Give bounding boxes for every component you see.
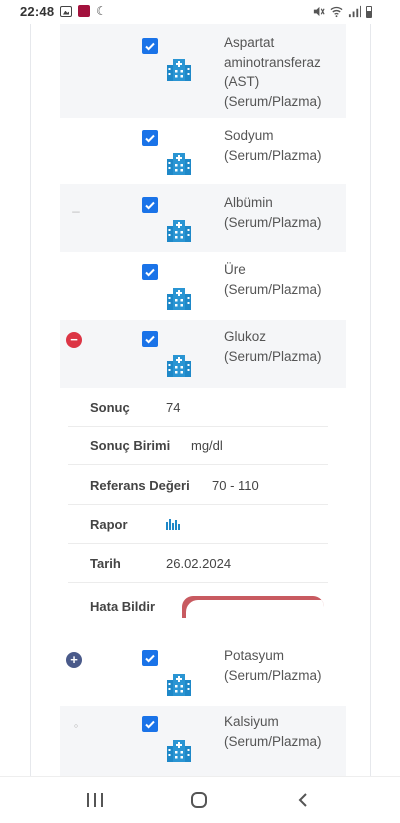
hospital-icon	[167, 288, 191, 310]
test-row-albumin[interactable]: _ Albümin (Serum/Plazma)	[60, 184, 346, 252]
test-row-sodyum[interactable]: Sodyum (Serum/Plazma)	[60, 118, 346, 184]
test-name-glukoz: Glukoz (Serum/Plazma)	[224, 329, 322, 364]
checkbox-glukoz[interactable]	[142, 331, 158, 347]
mute-icon	[313, 6, 325, 17]
expand-toggle-potasyum[interactable]: +	[66, 652, 82, 668]
checkbox-potasyum[interactable]	[142, 650, 158, 666]
detail-row-sonuc: Sonuç 74	[68, 388, 328, 427]
report-error-button[interactable]	[182, 596, 324, 618]
test-name-potasyum: Potasyum (Serum/Plazma)	[224, 648, 322, 683]
page-frame-left	[30, 24, 31, 776]
test-row-glukoz[interactable]: − Glukoz (Serum/Plazma)	[60, 320, 346, 388]
hospital-icon	[167, 59, 191, 81]
referans-value: 70 - 110	[212, 478, 259, 493]
hospital-icon	[167, 740, 191, 762]
test-name-ure: Üre (Serum/Plazma)	[224, 262, 322, 297]
signal-icon	[348, 5, 361, 18]
detail-row-rapor: Rapor	[68, 505, 328, 544]
tarih-value: 26.02.2024	[166, 556, 232, 571]
checkbox-kalsiyum[interactable]	[142, 716, 158, 732]
detail-row-birim: Sonuç Birimi mg/dl	[68, 426, 328, 465]
status-time: 22:48	[20, 4, 55, 19]
hospital-icon	[167, 153, 191, 175]
test-name-ast: Aspartat aminotransferaz (AST) (Serum/Pl…	[224, 35, 322, 109]
recent-apps-icon[interactable]	[87, 793, 103, 807]
test-row-kalsiyum[interactable]: ◦ Kalsiyum (Serum/Plazma)	[60, 706, 346, 776]
birim-label: Sonuç Birimi	[90, 438, 171, 453]
battery-icon	[366, 5, 372, 18]
detail-row-referans: Referans Değeri 70 - 110	[68, 466, 328, 505]
hospital-icon	[167, 220, 191, 242]
checkbox-ure[interactable]	[142, 264, 158, 280]
sonuc-value: 74	[166, 400, 181, 415]
gallery-notification-icon	[60, 5, 72, 17]
test-row-ast[interactable]: Aspartat aminotransferaz (AST) (Serum/Pl…	[60, 24, 346, 118]
wifi-icon	[330, 6, 343, 18]
expand-toggle-kalsiyum[interactable]: ◦	[68, 718, 84, 734]
tarih-label: Tarih	[90, 556, 121, 571]
checkbox-sodyum[interactable]	[142, 130, 158, 146]
birim-value: mg/dl	[191, 438, 223, 453]
test-row-ure[interactable]: Üre (Serum/Plazma)	[60, 252, 346, 320]
test-name-sodyum: Sodyum (Serum/Plazma)	[224, 128, 322, 163]
moon-icon: ☾	[96, 4, 107, 18]
sonuc-label: Sonuç	[90, 400, 130, 415]
expand-toggle-albumin[interactable]: _	[68, 198, 84, 214]
app-notification-icon	[78, 5, 90, 17]
system-navigation-bar	[0, 776, 400, 823]
referans-label: Referans Değeri	[90, 478, 190, 493]
home-icon[interactable]	[191, 792, 207, 808]
hospital-icon	[167, 674, 191, 696]
test-name-albumin: Albümin (Serum/Plazma)	[224, 195, 322, 230]
test-name-kalsiyum: Kalsiyum (Serum/Plazma)	[224, 714, 322, 749]
collapse-toggle-glukoz[interactable]: −	[66, 332, 82, 348]
detail-row-tarih: Tarih 26.02.2024	[68, 544, 328, 583]
hata-label: Hata Bildir	[90, 599, 156, 614]
detail-row-hata: Hata Bildir	[68, 584, 328, 632]
back-icon[interactable]	[296, 792, 310, 808]
hospital-icon	[167, 355, 191, 377]
bar-chart-icon[interactable]	[166, 516, 180, 530]
result-detail-panel: Sonuç 74 Sonuç Birimi mg/dl Referans Değ…	[68, 388, 328, 640]
checkbox-ast[interactable]	[142, 38, 158, 54]
status-bar: 22:48 ☾	[0, 0, 400, 24]
test-row-potasyum[interactable]: + Potasyum (Serum/Plazma)	[60, 640, 346, 706]
rapor-label: Rapor	[90, 517, 128, 532]
checkbox-albumin[interactable]	[142, 197, 158, 213]
